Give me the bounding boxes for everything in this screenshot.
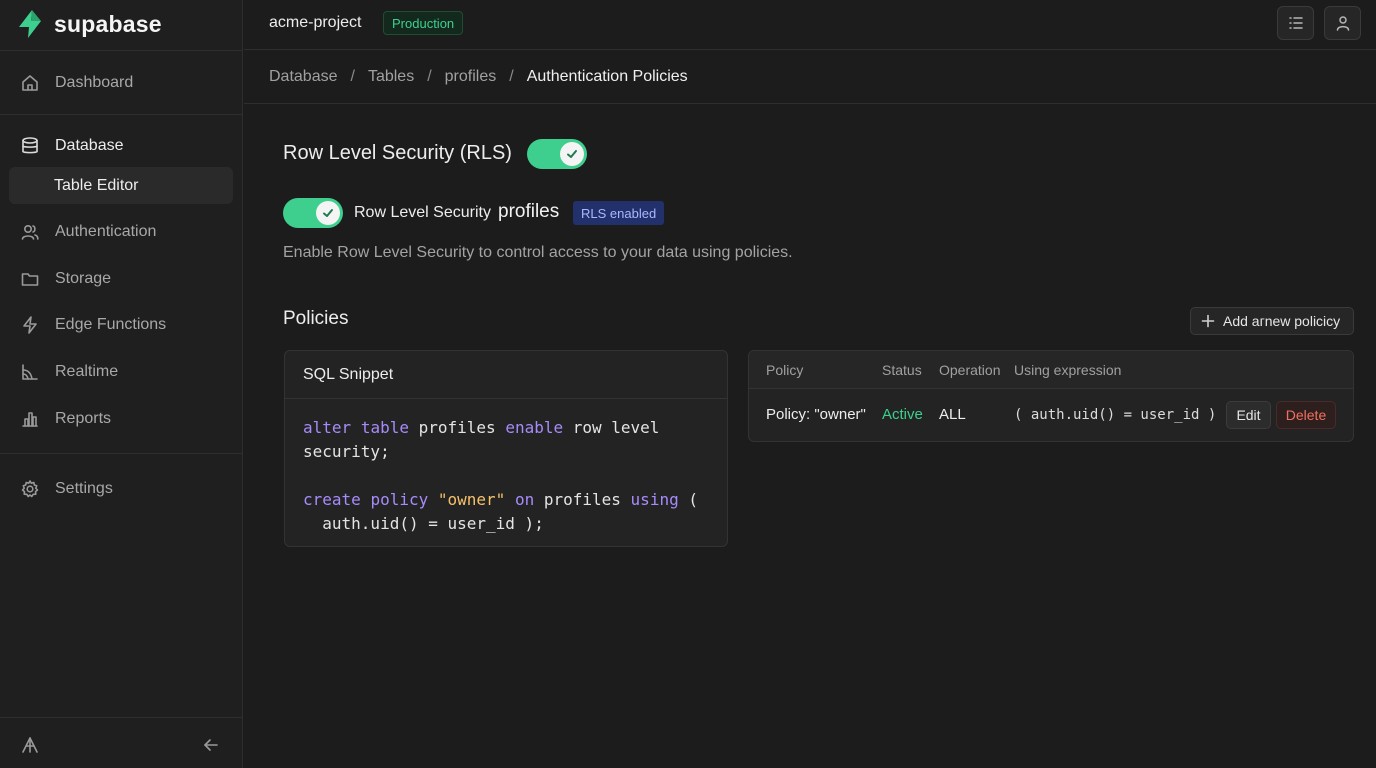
breadcrumb-current: Authentication Policies	[526, 68, 688, 85]
table-header: Policy Status Operation Using expression	[749, 351, 1353, 389]
sidebar-divider	[0, 114, 243, 115]
sidebar-divider	[0, 50, 243, 51]
sidebar-item-label: Settings	[55, 480, 113, 497]
breadcrumb-separator: /	[350, 68, 355, 85]
sql-line: security;	[303, 442, 390, 461]
realtime-icon	[20, 362, 40, 382]
sql-line: auth.uid() = user_id );	[303, 514, 544, 533]
sql-line: alter table profiles enable row level	[303, 418, 660, 437]
policies-title: Policies	[283, 308, 349, 329]
policy-status: Active	[882, 406, 923, 423]
sql-line: create policy "owner" on profiles using …	[303, 490, 698, 509]
delete-policy-button[interactable]: Delete	[1276, 401, 1336, 429]
check-icon	[323, 209, 333, 217]
list-icon	[1288, 17, 1303, 29]
policy-name: Policy: "owner"	[766, 406, 866, 423]
breadcrumb-profiles[interactable]: profiles	[445, 68, 497, 86]
sidebar-item-reports[interactable]: Reports	[0, 399, 243, 439]
users-icon	[20, 222, 40, 242]
sidebar-item-label: Authentication	[55, 223, 157, 240]
table-row: Policy: "owner" Active ALL ( auth.uid() …	[749, 389, 1353, 441]
breadcrumb-database[interactable]: Database	[269, 68, 338, 86]
add-policy-label: Add aгnew policicy	[1223, 313, 1341, 329]
collapse-arrow-icon[interactable]	[201, 735, 221, 755]
sidebar-item-database[interactable]: Database	[0, 126, 243, 166]
breadcrumb: Database / Tables / profiles / Authentic…	[244, 51, 1376, 104]
database-icon	[20, 136, 40, 156]
add-policy-button[interactable]: Add aгnew policicy	[1190, 307, 1354, 335]
column-header-operation: Operation	[939, 362, 1001, 378]
sidebar-item-label: Dashboard	[55, 74, 134, 91]
sidebar-item-realtime[interactable]: Realtime	[0, 352, 243, 392]
brand-name: supabase	[54, 10, 162, 37]
sidebar-item-dashboard[interactable]: Dashboard	[0, 63, 243, 103]
sidebar-item-label: Database	[55, 137, 124, 154]
brand[interactable]: supabase	[16, 9, 162, 39]
sidebar-subitem-label: Table Editor	[54, 176, 139, 194]
sidebar-footer	[0, 717, 243, 768]
edit-policy-button[interactable]: Edit	[1226, 401, 1271, 429]
rls-description: Enable Row Level Security to control acc…	[283, 244, 793, 261]
folder-icon	[20, 269, 40, 289]
toggle-knob	[316, 201, 340, 225]
rls-main-toggle[interactable]	[527, 139, 587, 169]
sidebar-item-storage[interactable]: Storage	[0, 259, 243, 299]
supabase-logo-icon	[19, 10, 41, 38]
rls-status-badge: RLS enabled	[573, 201, 665, 225]
sql-line	[303, 464, 709, 488]
sidebar-item-label: Storage	[55, 270, 112, 287]
policies-table: Policy Status Operation Using expression…	[748, 350, 1354, 442]
sidebar-item-edge-functions[interactable]: Edge Functions	[0, 305, 243, 345]
sidebar-subitem-table-editor[interactable]: Table Editor	[9, 167, 233, 204]
breadcrumb-tables[interactable]: Tables	[368, 68, 414, 86]
sidebar-item-label: Reports	[55, 410, 112, 427]
sql-snippet-card: SQL Snippet alter table profiles enable …	[284, 350, 728, 547]
bar-chart-icon	[20, 409, 40, 429]
sidebar-item-settings[interactable]: Settings	[0, 469, 243, 509]
policy-operation: ALL	[939, 406, 966, 423]
column-header-policy: Policy	[766, 362, 804, 378]
plus-icon	[1201, 314, 1215, 328]
breadcrumb-separator: /	[427, 68, 432, 85]
check-icon	[567, 150, 577, 158]
bolt-icon	[20, 315, 40, 335]
sidebar-divider	[0, 453, 243, 454]
policy-expression: ( auth.uid() = user_id )	[1014, 407, 1217, 423]
toggle-knob	[560, 142, 584, 166]
rls-title: Row Level Security (RLS)	[283, 142, 512, 164]
ai-assistant-icon[interactable]	[20, 735, 40, 755]
project-selector[interactable]: acme-project	[269, 14, 361, 32]
sql-snippet-title: SQL Snippet	[285, 351, 727, 399]
user-button[interactable]	[1324, 6, 1361, 40]
environment-badge: Production	[383, 11, 464, 35]
rls-table-name: profiles	[498, 201, 560, 222]
sql-code-block[interactable]: alter table profiles enable row level sec…	[285, 399, 727, 546]
column-header-expression: Using expression	[1014, 362, 1122, 378]
breadcrumb-separator: /	[509, 68, 514, 85]
rls-row-label: Row Level Security	[354, 204, 491, 221]
gear-icon	[20, 479, 40, 499]
sidebar-item-label: Edge Functions	[55, 316, 167, 333]
sidebar-item-authentication[interactable]: Authentication	[0, 212, 243, 252]
list-button[interactable]	[1277, 6, 1314, 40]
home-icon	[20, 73, 40, 93]
sidebar-item-label: Realtime	[55, 363, 119, 380]
user-icon	[1336, 16, 1349, 31]
rls-table-toggle[interactable]	[283, 198, 343, 228]
top-header: acme-project Production	[244, 0, 1376, 50]
column-header-status: Status	[882, 362, 922, 378]
sidebar: supabase Dashboard Database Table Editor…	[0, 0, 243, 768]
